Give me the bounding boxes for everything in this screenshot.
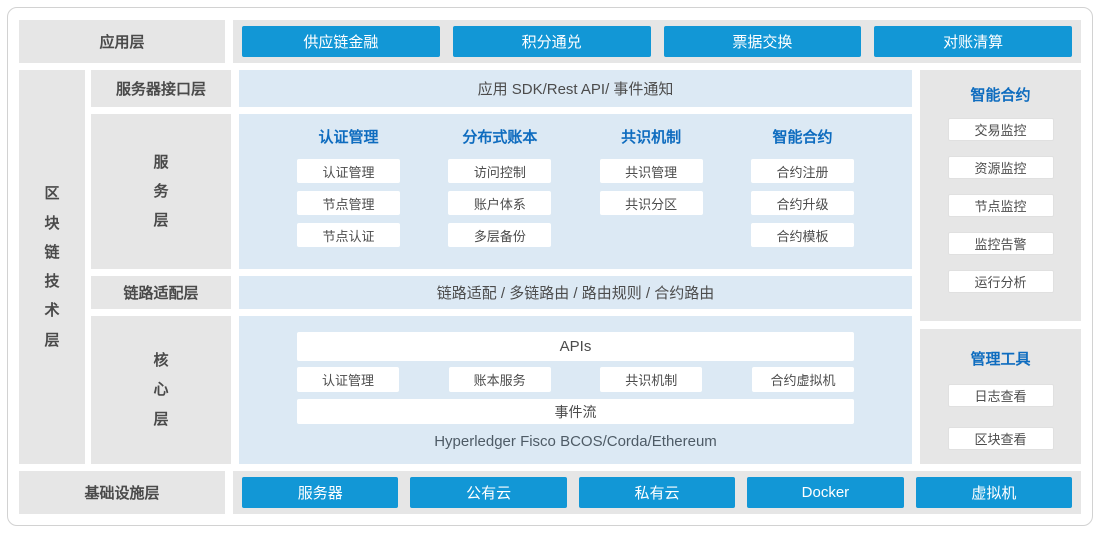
service-item: 共识管理 [600,159,703,183]
service-column: 分布式账本 访问控制 账户体系 多层备份 [448,129,551,269]
service-layer-label-text: 服务层 [153,148,169,236]
side-panel-item: 监控告警 [948,232,1054,255]
service-column: 智能合约 合约注册 合约升级 合约模板 [751,129,854,269]
application-button: 对账清算 [874,26,1072,57]
application-layer-label: 应用层 [19,20,225,63]
service-column-header: 认证管理 [297,129,400,147]
infrastructure-layer-row: 基础设施层 服务器 公有云 私有云 Docker 虚拟机 [19,471,1081,514]
side-panel-item: 节点监控 [948,194,1054,217]
side-panel-management-tools: 管理工具 日志查看 区块查看 [920,329,1081,464]
infrastructure-button: 公有云 [410,477,566,508]
core-layer-label: 核心层 [91,316,231,464]
service-item: 共识分区 [600,191,703,215]
apis-bar: APIs [297,332,854,361]
side-panel-item: 交易监控 [948,118,1054,141]
layer-content-column: 应用 SDK/Rest API/ 事件通知 认证管理 认证管理 节点管理 [239,70,912,464]
side-panel-title: 智能合约 [970,87,1030,105]
infrastructure-button: Docker [747,477,903,508]
service-column: 认证管理 认证管理 节点管理 节点认证 [297,129,400,269]
side-panel-item: 日志查看 [948,384,1054,407]
service-item: 合约注册 [751,159,854,183]
service-item: 合约模板 [751,223,854,247]
service-item: 账户体系 [448,191,551,215]
side-panels-column: 智能合约 交易监控 资源监控 节点监控 监控告警 运行分析 管理工具 [920,70,1081,464]
side-panel-title: 管理工具 [970,351,1030,369]
application-button-strip: 供应链金融 积分通兑 票据交换 对账清算 [233,20,1081,63]
service-column-header: 共识机制 [600,129,703,147]
service-item: 访问控制 [448,159,551,183]
application-button: 积分通兑 [453,26,651,57]
core-layer-label-text: 核心层 [153,346,169,434]
infrastructure-button: 服务器 [242,477,398,508]
core-layer-panel: APIs 认证管理 账本服务 共识机制 合约虚拟机 事件流 Hyperledge… [239,316,912,464]
service-layer-panel: 认证管理 认证管理 节点管理 节点认证 分布式 [239,114,912,269]
service-column-header: 分布式账本 [448,129,551,147]
core-module: 共识机制 [600,367,702,392]
event-stream-bar: 事件流 [297,399,854,424]
blockchain-tech-layer-label: 区块链技术层 [19,70,85,464]
service-layer-label: 服务层 [91,114,231,269]
service-item: 节点认证 [297,223,400,247]
side-panel-items: 日志查看 区块查看 [948,384,1054,450]
sub-layer-labels: 服务器接口层 服务层 链路适配层 核心层 [91,70,231,464]
service-item: 合约升级 [751,191,854,215]
platform-caption: Hyperledger Fisco BCOS/Corda/Ethereum [297,433,854,450]
side-panel-items: 交易监控 资源监控 节点监控 监控告警 运行分析 [948,118,1054,293]
core-module: 认证管理 [297,367,399,392]
core-modules-row: 认证管理 账本服务 共识机制 合约虚拟机 [297,367,854,392]
sdk-api-bar: 应用 SDK/Rest API/ 事件通知 [239,70,912,107]
infrastructure-button-strip: 服务器 公有云 私有云 Docker 虚拟机 [233,471,1081,514]
infrastructure-button: 私有云 [579,477,735,508]
side-panel-item: 区块查看 [948,427,1054,450]
infrastructure-button: 虚拟机 [916,477,1072,508]
service-item: 多层备份 [448,223,551,247]
link-routing-bar: 链路适配 / 多链路由 / 路由规则 / 合约路由 [239,276,912,309]
blockchain-architecture-diagram: 应用层 供应链金融 积分通兑 票据交换 对账清算 区块链技术层 服务器接口层 服… [7,7,1093,526]
infrastructure-layer-label: 基础设施层 [19,471,225,514]
service-item: 节点管理 [297,191,400,215]
application-button: 供应链金融 [242,26,440,57]
server-interface-layer-label: 服务器接口层 [91,70,231,107]
core-module: 合约虚拟机 [752,367,854,392]
core-module: 账本服务 [449,367,551,392]
blockchain-tech-layer-label-text: 区块链技术层 [44,179,60,355]
link-adapter-layer-label: 链路适配层 [91,276,231,309]
blockchain-tech-layer: 区块链技术层 服务器接口层 服务层 链路适配层 核心层 应用 SDK/Rest … [19,70,1081,464]
service-column-header: 智能合约 [751,129,854,147]
side-panel-item: 运行分析 [948,270,1054,293]
service-column: 共识机制 共识管理 共识分区 [600,129,703,269]
side-panel-smart-contract: 智能合约 交易监控 资源监控 节点监控 监控告警 运行分析 [920,70,1081,321]
service-item: 认证管理 [297,159,400,183]
application-layer-row: 应用层 供应链金融 积分通兑 票据交换 对账清算 [19,20,1081,63]
application-button: 票据交换 [664,26,862,57]
side-panel-item: 资源监控 [948,156,1054,179]
